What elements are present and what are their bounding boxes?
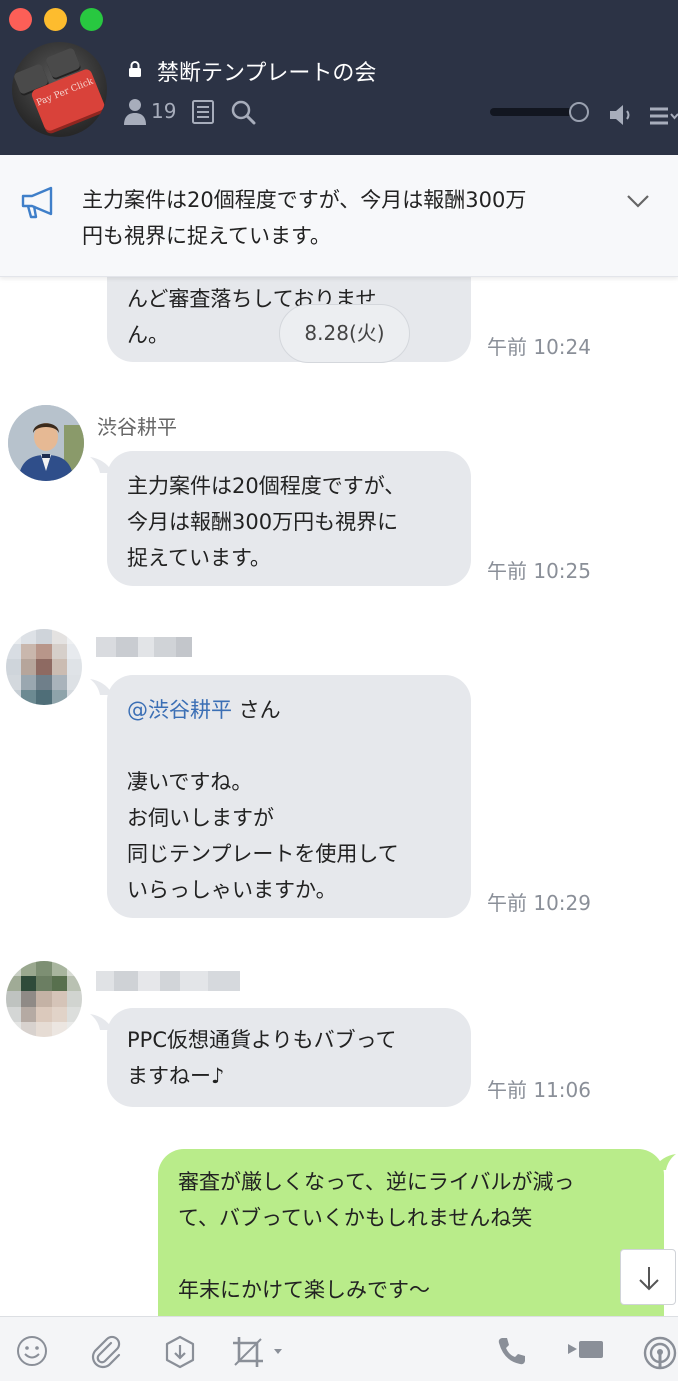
keep-save-icon[interactable]	[163, 1335, 197, 1369]
date-separator: 8.28(火)	[279, 304, 410, 363]
group-title: 禁断テンプレートの会	[157, 61, 377, 86]
menu-icon[interactable]	[648, 106, 678, 126]
avatar[interactable]	[6, 961, 82, 1037]
announcement-line: 主力案件は20個程度ですが、今月は報酬300万	[82, 188, 527, 212]
message-line: て、バブっていくかもしれませんね笑	[178, 1206, 533, 1230]
person-photo-icon	[8, 405, 84, 481]
message-line: お伺いしますが	[127, 806, 274, 830]
message-line: ますねー♪	[127, 1064, 225, 1088]
live-broadcast-icon[interactable]	[642, 1335, 678, 1371]
chat-header: Pay Per Click 禁断テンプレートの会 19	[0, 0, 678, 155]
message-line: いらっしゃいますか。	[127, 878, 337, 902]
message-time: 午前 10:25	[487, 559, 591, 583]
speaker-icon[interactable]	[608, 103, 636, 127]
members-icon[interactable]	[123, 98, 147, 126]
emoji-icon[interactable]	[16, 1335, 48, 1367]
sender-name: 渋谷耕平	[97, 415, 177, 439]
announcement-banner[interactable]: 主力案件は20個程度ですが、今月は報酬300万 円も視界に捉えています。	[0, 155, 678, 277]
video-call-icon[interactable]	[567, 1335, 605, 1365]
message-line	[178, 1236, 644, 1272]
volume-slider[interactable]	[490, 102, 590, 124]
message-line: 凄いですね。	[127, 770, 253, 794]
avatar[interactable]	[8, 405, 84, 481]
mention-link[interactable]: @渋谷耕平	[127, 698, 232, 722]
group-avatar[interactable]: Pay Per Click	[12, 42, 107, 137]
arrow-down-icon	[639, 1267, 659, 1291]
message-line: 審査が厳しくなって、逆にライバルが減っ	[178, 1170, 575, 1194]
chevron-down-icon[interactable]	[626, 193, 650, 209]
message-bubble[interactable]: @渋谷耕平 さん 凄いですね。 お伺いしますが 同じテンプレートを使用して いら…	[107, 675, 471, 918]
message-bubble-outgoing[interactable]: 審査が厳しくなって、逆にライバルが減っ て、バブっていくかもしれませんね笑 年末…	[158, 1149, 664, 1316]
blurred-sender-name	[96, 971, 240, 991]
scroll-to-bottom-button[interactable]	[620, 1249, 676, 1305]
message-bubble[interactable]: 主力案件は20個程度ですが、 今月は報酬300万円も視界に 捉えています。	[107, 451, 471, 586]
message-line: PPC仮想通貨よりもバブって	[127, 1028, 397, 1052]
window-minimize-button[interactable]	[44, 8, 67, 31]
message-bubble[interactable]: PPC仮想通貨よりもバブって ますねー♪	[107, 1008, 471, 1107]
lock-icon	[129, 61, 141, 77]
message-line: 捉えています。	[127, 546, 271, 570]
blurred-sender-name	[96, 637, 192, 657]
message-line: 主力案件は20個程度ですが、	[127, 474, 406, 498]
message-mention-line: @渋谷耕平 さん	[127, 692, 451, 728]
chat-area[interactable]: んど審査落ちしておりませ ん。 8.28(火) 午前 10:24 渋谷耕平 主力…	[0, 277, 678, 1316]
window-zoom-button[interactable]	[80, 8, 103, 31]
megaphone-icon	[21, 186, 53, 219]
volume-slider-track[interactable]	[490, 108, 578, 116]
message-time: 午前 10:29	[487, 891, 591, 915]
announcement-text: 主力案件は20個程度ですが、今月は報酬300万 円も視界に捉えています。	[82, 182, 602, 254]
announcement-line: 円も視界に捉えています。	[82, 224, 331, 248]
notes-icon[interactable]	[192, 100, 214, 124]
message-time: 午前 10:24	[487, 335, 591, 359]
avatar-mosaic	[6, 961, 82, 1037]
avatar-mosaic	[6, 629, 82, 705]
phone-icon[interactable]	[496, 1335, 528, 1367]
volume-slider-knob[interactable]	[569, 102, 589, 122]
message-toolbar	[0, 1316, 678, 1381]
attachment-icon[interactable]	[89, 1335, 123, 1369]
avatar[interactable]	[6, 629, 82, 705]
message-time: 午前 11:06	[487, 1078, 591, 1102]
member-count[interactable]: 19	[151, 99, 176, 123]
message-line: 年末にかけて楽しみです～	[178, 1278, 430, 1302]
search-icon[interactable]	[231, 100, 256, 125]
message-line	[127, 728, 451, 764]
window-close-button[interactable]	[9, 8, 32, 31]
message-line: 今月は報酬300万円も視界に	[127, 510, 399, 534]
screenshot-crop-icon[interactable]	[231, 1335, 287, 1369]
message-line: 同じテンプレートを使用して	[127, 842, 399, 866]
mention-suffix: さん	[232, 698, 281, 722]
